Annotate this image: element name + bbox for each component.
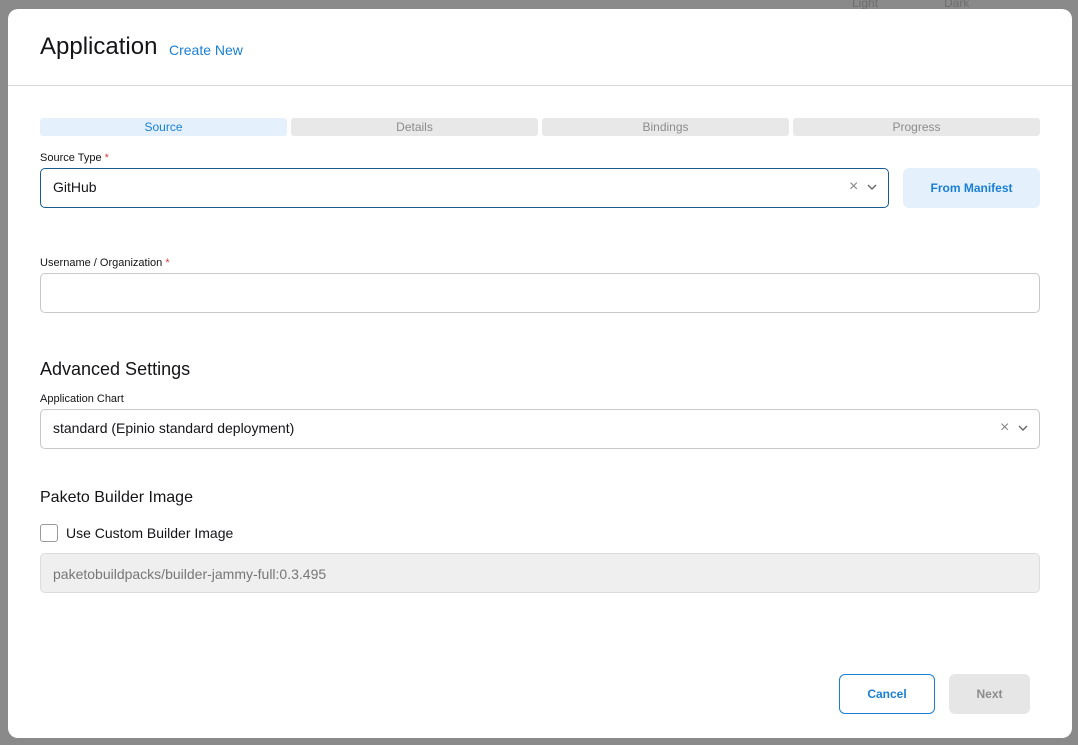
source-type-select[interactable]: GitHub × bbox=[40, 168, 889, 208]
builder-image-input: paketobuildpacks/builder-jammy-full:0.3.… bbox=[40, 553, 1040, 593]
wizard-steps: Source Details Bindings Progress bbox=[40, 118, 1040, 136]
advanced-settings-title: Advanced Settings bbox=[40, 359, 191, 379]
clear-icon[interactable]: × bbox=[849, 178, 858, 196]
step-source[interactable]: Source bbox=[40, 118, 287, 136]
source-type-value: GitHub bbox=[53, 179, 97, 195]
modal-header: Application Create New bbox=[8, 9, 1072, 86]
custom-builder-checkbox[interactable] bbox=[40, 524, 58, 542]
step-bindings: Bindings bbox=[542, 118, 789, 136]
chevron-down-icon[interactable] bbox=[866, 181, 878, 193]
username-label-text: Username / Organization bbox=[40, 257, 163, 269]
step-details: Details bbox=[291, 118, 538, 136]
username-label: Username / Organization * bbox=[40, 257, 170, 269]
cancel-button[interactable]: Cancel bbox=[839, 674, 935, 714]
required-mark: * bbox=[165, 257, 170, 269]
chevron-down-icon[interactable] bbox=[1017, 422, 1029, 434]
builder-image-value: paketobuildpacks/builder-jammy-full:0.3.… bbox=[53, 566, 327, 582]
paketo-builder-title: Paketo Builder Image bbox=[40, 489, 193, 506]
next-button: Next bbox=[949, 674, 1030, 714]
application-chart-value: standard (Epinio standard deployment) bbox=[53, 420, 295, 436]
source-type-label-text: Source Type bbox=[40, 152, 102, 164]
username-input[interactable] bbox=[40, 273, 1040, 313]
required-mark: * bbox=[104, 152, 109, 164]
step-progress: Progress bbox=[793, 118, 1040, 136]
application-chart-label: Application Chart bbox=[40, 393, 124, 405]
create-new-link[interactable]: Create New bbox=[169, 42, 243, 58]
application-modal: Application Create New Source Details Bi… bbox=[8, 9, 1072, 738]
application-chart-select[interactable]: standard (Epinio standard deployment) × bbox=[40, 409, 1040, 449]
modal-title: Application bbox=[40, 33, 158, 60]
from-manifest-button[interactable]: From Manifest bbox=[903, 168, 1040, 208]
clear-icon[interactable]: × bbox=[1000, 419, 1009, 437]
source-type-label: Source Type * bbox=[40, 152, 109, 164]
custom-builder-checkbox-label[interactable]: Use Custom Builder Image bbox=[66, 525, 233, 541]
